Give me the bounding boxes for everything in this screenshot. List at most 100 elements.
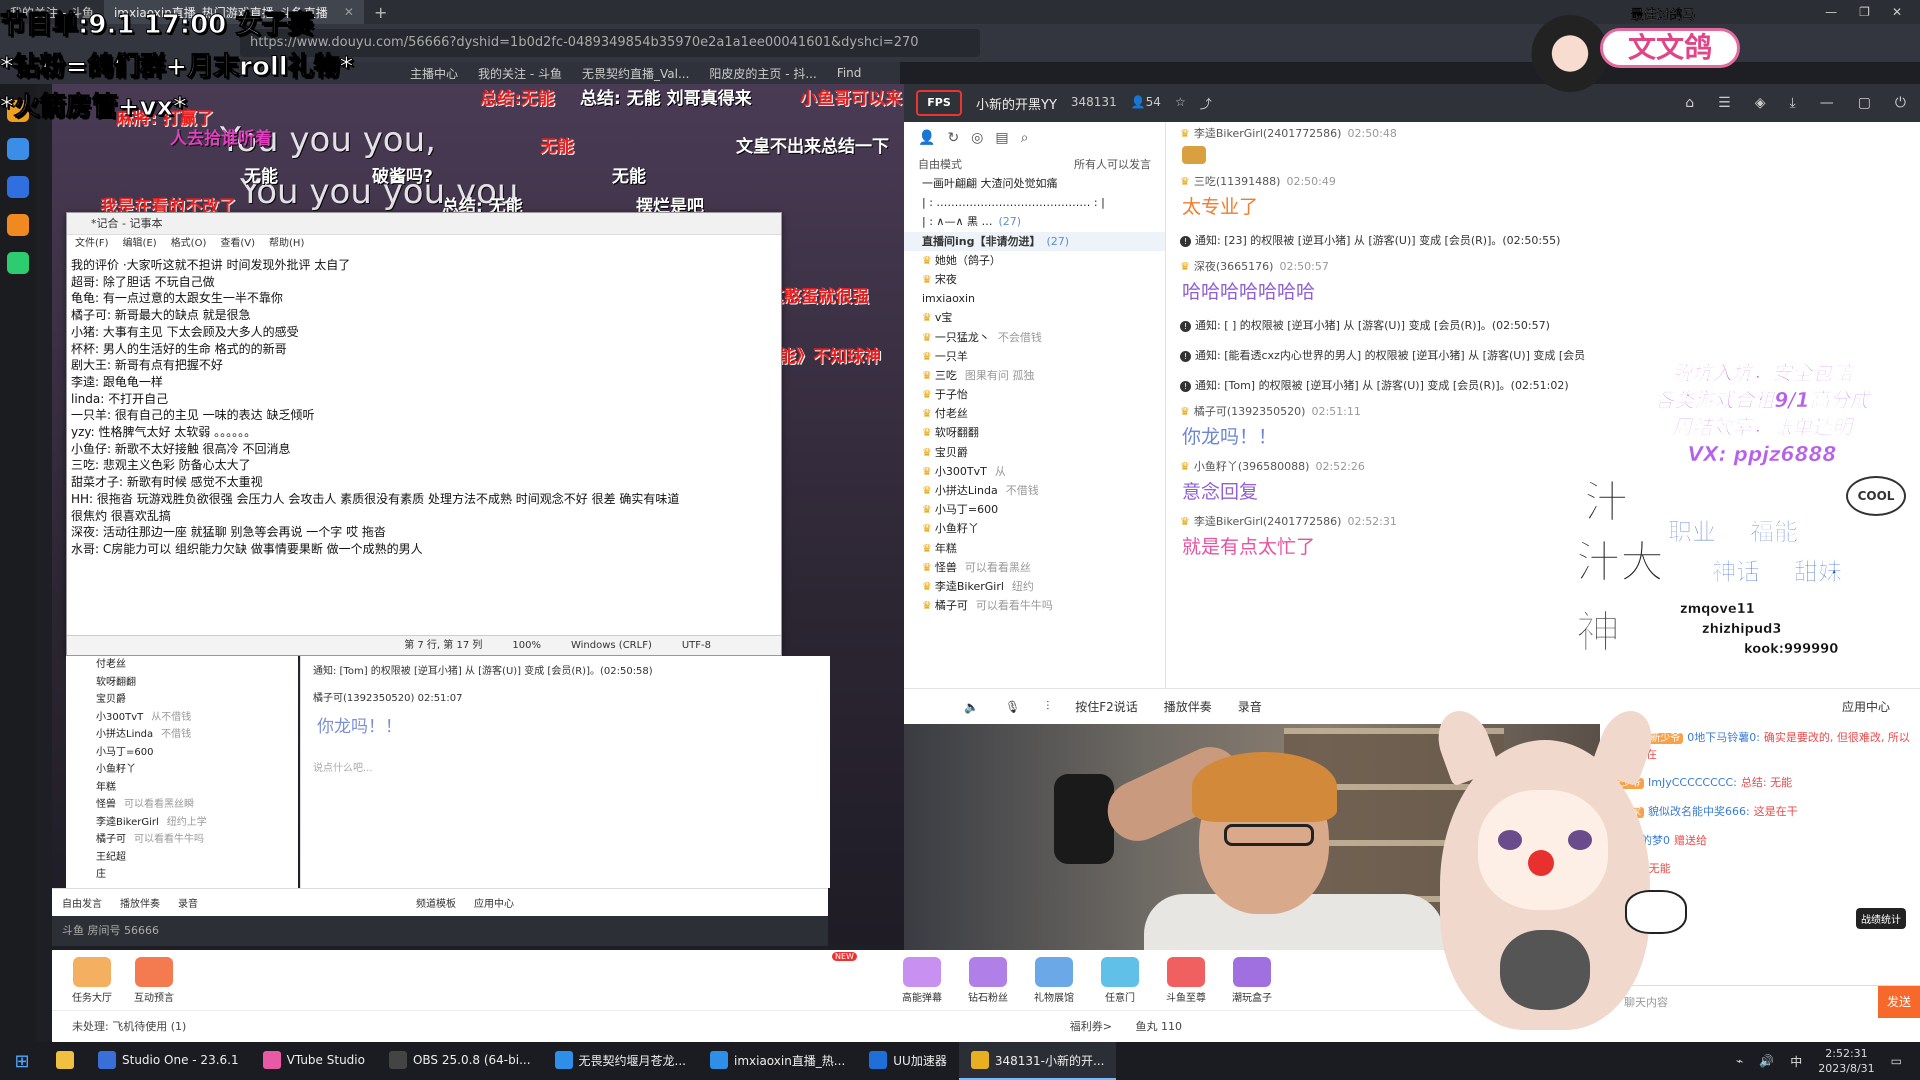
user-row[interactable]: ♛ 橘子可 可以看看牛牛吗 (904, 596, 1165, 615)
notification-icon[interactable]: ▭ (1891, 1054, 1902, 1068)
taskbar-app[interactable]: imxiaoxin直播_热... (698, 1042, 857, 1080)
file-explorer-icon[interactable] (44, 1042, 86, 1080)
user-row[interactable]: ♛ 宋夜 (904, 270, 1165, 289)
search-icon[interactable]: ⌕ (1021, 130, 1029, 148)
clock[interactable]: 2:52:31 2023/8/31 (1818, 1046, 1874, 1076)
star-icon[interactable]: ☆ (1175, 95, 1186, 112)
menu-item[interactable]: 查看(V) (220, 235, 255, 253)
chat-user[interactable]: 小鱼籽丫(396580088) (1194, 460, 1310, 473)
close-icon[interactable]: ✕ (344, 5, 354, 19)
user-row[interactable]: ♛ 她她（鸽子） (904, 251, 1165, 270)
location-icon[interactable]: ◎ (971, 130, 983, 148)
bookmark-item[interactable]: 主播中心 (410, 65, 458, 82)
menu-item[interactable]: 格式(O) (171, 235, 207, 253)
minimize-icon[interactable]: — (1820, 95, 1834, 111)
user-row[interactable]: ♛ 怪兽 可以看看黑丝 (904, 558, 1165, 577)
mini-user-row[interactable]: 小拼达Linda 不借钱 (66, 726, 298, 744)
user-row[interactable]: imxiaoxin (904, 289, 1165, 308)
close-window-icon[interactable]: ✕ (1892, 5, 1902, 19)
user-row[interactable]: ♛ 一只羊 (904, 347, 1165, 366)
user-row[interactable]: ♛ 李逵BikerGirl 纽约 (904, 577, 1165, 596)
danmaku-user[interactable]: 0地下马铃薯0: (1687, 731, 1760, 744)
chat-user[interactable]: 三吃(11391488) (1194, 175, 1281, 188)
push-to-talk[interactable]: 按住F2说话 (1075, 698, 1138, 715)
refresh-icon[interactable]: ↻ (947, 130, 959, 148)
home-icon[interactable]: ⌂ (1685, 95, 1694, 111)
send-button[interactable]: 发送 (1878, 986, 1920, 1018)
record[interactable]: 录音 (1238, 698, 1262, 715)
taskbar-app[interactable]: 348131-小新的开... (958, 1042, 1117, 1080)
user-row[interactable]: | : ∧—∧ 黑 … (27) (904, 212, 1165, 231)
network-icon[interactable]: ⌁ (1736, 1054, 1743, 1068)
mini-user-row[interactable]: 小300TvT 从不借钱 (66, 709, 298, 727)
user-row[interactable]: ♛ 小300TvT 从 (904, 462, 1165, 481)
user-row[interactable]: ♛ 于子怡 (904, 385, 1165, 404)
app-center[interactable]: 应用中心 (1842, 698, 1890, 715)
mini-bar-item[interactable]: 应用中心 (474, 895, 514, 910)
mini-user-row[interactable]: 橘子可 可以看看牛牛吗 (66, 831, 298, 849)
app-icon[interactable] (7, 214, 29, 236)
power-icon[interactable]: ⏻ (1895, 95, 1906, 111)
user-row[interactable]: 一画叶翩翩 大渣问处觉如痛 (904, 174, 1165, 193)
app-icon[interactable] (7, 176, 29, 198)
taskbar-app[interactable]: UU加速器 (857, 1042, 959, 1080)
bookmark-item[interactable]: 我的关注 - 斗鱼 (478, 65, 562, 82)
prediction-button[interactable]: 互动预言 (126, 956, 182, 1004)
mini-bar-item[interactable]: 频道模板 (416, 895, 456, 910)
bookmark-item[interactable]: Find (837, 66, 862, 80)
user-row[interactable]: ♛ 年糕 (904, 539, 1165, 558)
taskbar-app[interactable]: OBS 25.0.8 (64-bi... (377, 1042, 543, 1080)
mini-bar-item[interactable]: 录音 (178, 895, 198, 910)
note-icon[interactable]: ▤ (995, 130, 1008, 148)
pending-status[interactable]: 未处理: 飞机待使用 (1) (72, 1020, 186, 1033)
mini-user-row[interactable]: 小马丁=600 (66, 744, 298, 762)
new-tab-icon[interactable]: + (364, 3, 397, 22)
bookmark-item[interactable]: 阳皮皮的主页 - 抖... (709, 65, 816, 82)
mini-user-row[interactable]: 王纪超 (66, 849, 298, 867)
user-row[interactable]: ♛ 小拼达Linda 不借钱 (904, 481, 1165, 500)
speaker-icon[interactable]: 🔈 (964, 700, 979, 714)
user-row[interactable]: ♛ 软呀翻翻 (904, 423, 1165, 442)
volume-icon[interactable]: 🔊 (1759, 1054, 1774, 1068)
user-row[interactable]: ♛ 宝贝爵 (904, 443, 1165, 462)
task-hall-button[interactable]: 任务大厅 (64, 956, 120, 1004)
bookmark-item[interactable]: 无畏契约直播_Val... (582, 65, 689, 82)
notepad-text-area[interactable]: 我的评价 ·大家听这就不担讲 时间发现外批评 太自了 超哥: 除了胆话 不玩自己做… (67, 253, 781, 619)
windows-start-icon[interactable]: ⊞ (0, 1042, 44, 1080)
menu-item[interactable]: 帮助(H) (269, 235, 304, 253)
user-row[interactable]: ♛ 一只猛龙丶 不会借钱 (904, 328, 1165, 347)
mini-user-row[interactable]: 怪兽 可以看看黑丝瞬 (66, 796, 298, 814)
mini-user-row[interactable]: 宝贝爵 (66, 691, 298, 709)
gift-box[interactable]: 潮玩盒子 (1224, 956, 1280, 1004)
app-icon[interactable] (7, 252, 29, 274)
taskbar-app[interactable]: Studio One - 23.6.1 (86, 1042, 251, 1080)
channel-category[interactable]: 直播间ing【非请勿进】 (27) (904, 231, 1165, 251)
app-icon[interactable] (7, 138, 29, 160)
gift-diamond-fan[interactable]: 钻石粉丝 (960, 956, 1016, 1004)
user-row[interactable]: ♛ 小马丁=600 (904, 500, 1165, 519)
user-row[interactable]: ♛ 三吃 图果有问 孤独 (904, 366, 1165, 385)
mini-user-row[interactable]: 软呀翻翻 (66, 674, 298, 692)
mixer-icon[interactable]: ⫶ (1046, 699, 1049, 714)
chat-user[interactable]: 李逵BikerGirl(2401772586) (1194, 127, 1342, 140)
download-icon[interactable]: ⤓ (1789, 95, 1795, 111)
user-row[interactable]: ♛ 付老丝 (904, 404, 1165, 423)
mini-chat-input[interactable]: 说点什么吧... (301, 753, 830, 780)
person-icon[interactable]: 👤 (918, 130, 935, 148)
gamepad-icon[interactable]: ◈ (1755, 95, 1766, 111)
gift-gallery[interactable]: 礼物展馆 (1026, 956, 1082, 1004)
mode-label[interactable]: 自由模式 (918, 156, 962, 174)
minimize-icon[interactable]: — (1825, 5, 1837, 19)
mini-bar-item[interactable]: 自由发言 (62, 895, 102, 910)
maximize-icon[interactable]: ▢ (1858, 95, 1871, 111)
mini-user-row[interactable]: 付老丝 (66, 656, 298, 674)
maximize-icon[interactable]: ❐ (1859, 5, 1870, 19)
chat-user[interactable]: 李逵BikerGirl(2401772586) (1194, 515, 1342, 528)
gift-high-energy[interactable]: 高能弹幕 (894, 956, 950, 1004)
menu-item[interactable]: 编辑(E) (123, 235, 157, 253)
gift-door[interactable]: 任意门 (1092, 956, 1148, 1004)
user-row[interactable]: | : …………………………………… : | (904, 193, 1165, 212)
mini-user-row[interactable]: 年糕 (66, 779, 298, 797)
stat-badge[interactable]: 战绩统计 (1856, 908, 1906, 929)
taskbar-app[interactable]: VTube Studio (251, 1042, 377, 1080)
